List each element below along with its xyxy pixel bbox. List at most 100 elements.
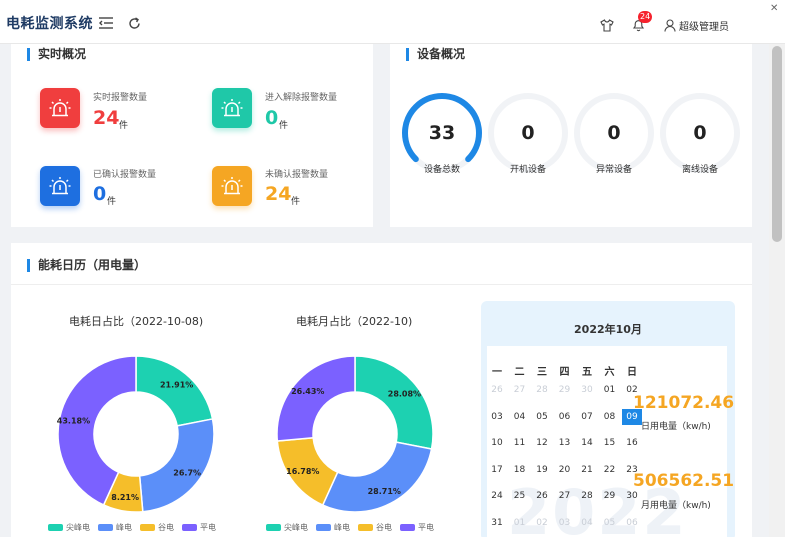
legend-item[interactable]: 谷电 <box>358 522 392 533</box>
monthly-usage-value: 506562.51 <box>633 471 735 491</box>
calendar-day[interactable]: 26 <box>487 382 507 398</box>
stat-label: 进入解除报警数量 <box>265 93 338 103</box>
gauge-value: 0 <box>693 122 707 144</box>
refresh-icon[interactable] <box>125 14 143 32</box>
calendar-day[interactable]: 13 <box>555 435 575 451</box>
calendar-day[interactable]: 21 <box>577 462 597 478</box>
calendar-day[interactable]: 17 <box>487 462 507 478</box>
gauge-value: 33 <box>428 122 456 144</box>
calendar-day[interactable]: 24 <box>487 488 507 504</box>
calendar-day[interactable]: 11 <box>510 435 530 451</box>
calendar-day[interactable]: 28 <box>577 488 597 504</box>
gauge-value: 0 <box>607 122 621 144</box>
shirt-icon[interactable] <box>598 16 616 34</box>
pie-title-monthly: 电耗月占比（2022-10) <box>296 315 413 328</box>
calendar-day[interactable]: 31 <box>487 515 507 531</box>
close-icon[interactable]: ✕ <box>770 3 778 14</box>
legend-swatch <box>316 524 331 531</box>
legend-item[interactable]: 平电 <box>182 522 216 533</box>
calendar-day[interactable]: 26 <box>532 488 552 504</box>
chart-legend: 尖峰电 峰电 谷电 平电 <box>48 522 216 533</box>
gauge-value: 0 <box>521 122 535 144</box>
calendar-day[interactable]: 15 <box>600 435 620 451</box>
alarm-light-icon <box>212 88 252 128</box>
calendar-day[interactable]: 07 <box>577 409 597 425</box>
slice-label: 28.71% <box>368 487 401 496</box>
legend-swatch <box>358 524 373 531</box>
calendar-day[interactable]: 05 <box>532 409 552 425</box>
legend-item[interactable]: 尖峰电 <box>266 522 308 533</box>
calendar-day[interactable]: 01 <box>600 382 620 398</box>
daily-usage-label: 日用电量（kw/h) <box>641 422 711 432</box>
legend-item[interactable]: 谷电 <box>140 522 174 533</box>
calendar-day[interactable]: 19 <box>532 462 552 478</box>
stat-label: 实时报警数量 <box>93 93 148 103</box>
calendar-day[interactable]: 27 <box>555 488 575 504</box>
donut-slice[interactable] <box>276 355 356 442</box>
gauge-label: 设备总数 <box>423 165 460 175</box>
menu-collapse-icon[interactable] <box>97 14 115 32</box>
realtime-overview-card: 实时概况 实时报警数量 24 件 进入解除报警数量 0 件 已确认报警数量 0 … <box>11 30 373 227</box>
calendar-day[interactable]: 06 <box>555 409 575 425</box>
stat-unit: 件 <box>107 197 117 207</box>
scrollbar[interactable] <box>769 44 785 537</box>
calendar-day[interactable]: 27 <box>510 382 530 398</box>
calendar-day[interactable]: 03 <box>555 515 575 531</box>
calendar-day[interactable]: 28 <box>532 382 552 398</box>
calendar-day[interactable]: 08 <box>600 409 620 425</box>
calendar-day[interactable]: 30 <box>577 382 597 398</box>
weekday-header: 五 <box>582 367 592 378</box>
donut-slice[interactable] <box>321 441 433 513</box>
legend-item[interactable]: 峰电 <box>98 522 132 533</box>
divider <box>11 284 752 285</box>
calendar-day[interactable]: 04 <box>577 515 597 531</box>
chart-legend: 尖峰电 峰电 谷电 平电 <box>266 522 434 533</box>
legend-label: 峰电 <box>334 523 350 532</box>
calendar-title: 2022年10月 <box>574 323 642 336</box>
donut-slice[interactable] <box>138 418 215 513</box>
device-overview-card: 设备概况 33 设备总数 0 开机设备 0 异常设备 0 离线设备 <box>390 30 752 227</box>
alarm-light-icon <box>40 88 80 128</box>
calendar-day[interactable]: 12 <box>532 435 552 451</box>
slice-label: 26.43% <box>291 387 324 396</box>
stat-value: 0 <box>93 183 107 205</box>
calendar-day[interactable]: 01 <box>510 515 530 531</box>
calendar-day[interactable]: 02 <box>532 515 552 531</box>
calendar-day[interactable]: 04 <box>510 409 530 425</box>
calendar-day[interactable]: 29 <box>600 488 620 504</box>
calendar-day[interactable]: 20 <box>555 462 575 478</box>
weekday-header: 日 <box>627 367 637 378</box>
legend-item[interactable]: 尖峰电 <box>48 522 90 533</box>
donut-slice[interactable] <box>354 355 434 450</box>
donut-slice[interactable] <box>135 355 214 427</box>
calendar-day[interactable]: 16 <box>622 435 642 451</box>
slice-label: 43.18% <box>57 416 90 425</box>
slice-label: 8.21% <box>111 493 139 502</box>
month-calendar: 2022年10月 2022 一二三四五六日 26 27 28 29 30 01 02 03 04 0… <box>481 301 735 537</box>
legend-label: 峰电 <box>116 523 132 532</box>
legend-swatch <box>266 524 281 531</box>
calendar-day[interactable]: 06 <box>622 515 642 531</box>
weekday-header: 四 <box>559 367 570 378</box>
calendar-day[interactable]: 22 <box>600 462 620 478</box>
calendar-day[interactable]: 05 <box>600 515 620 531</box>
stat-value: 0 <box>265 107 279 129</box>
gauge-label: 异常设备 <box>595 165 632 175</box>
legend-label: 谷电 <box>376 523 392 532</box>
calendar-day[interactable]: 18 <box>510 462 530 478</box>
legend-item[interactable]: 平电 <box>400 522 434 533</box>
calendar-day[interactable]: 03 <box>487 409 507 425</box>
scrollbar-thumb[interactable] <box>772 46 782 242</box>
slice-label: 26.7% <box>173 468 201 477</box>
legend-item[interactable]: 峰电 <box>316 522 350 533</box>
legend-label: 平电 <box>200 523 216 532</box>
legend-label: 谷电 <box>158 523 174 532</box>
weekday-header: 二 <box>514 367 525 378</box>
calendar-day[interactable]: 29 <box>555 382 575 398</box>
calendar-day[interactable]: 25 <box>510 488 530 504</box>
user-name[interactable]: 超级管理员 <box>679 18 729 33</box>
calendar-day[interactable]: 10 <box>487 435 507 451</box>
legend-swatch <box>98 524 113 531</box>
calendar-day[interactable]: 14 <box>577 435 597 451</box>
user-icon[interactable] <box>661 16 679 34</box>
